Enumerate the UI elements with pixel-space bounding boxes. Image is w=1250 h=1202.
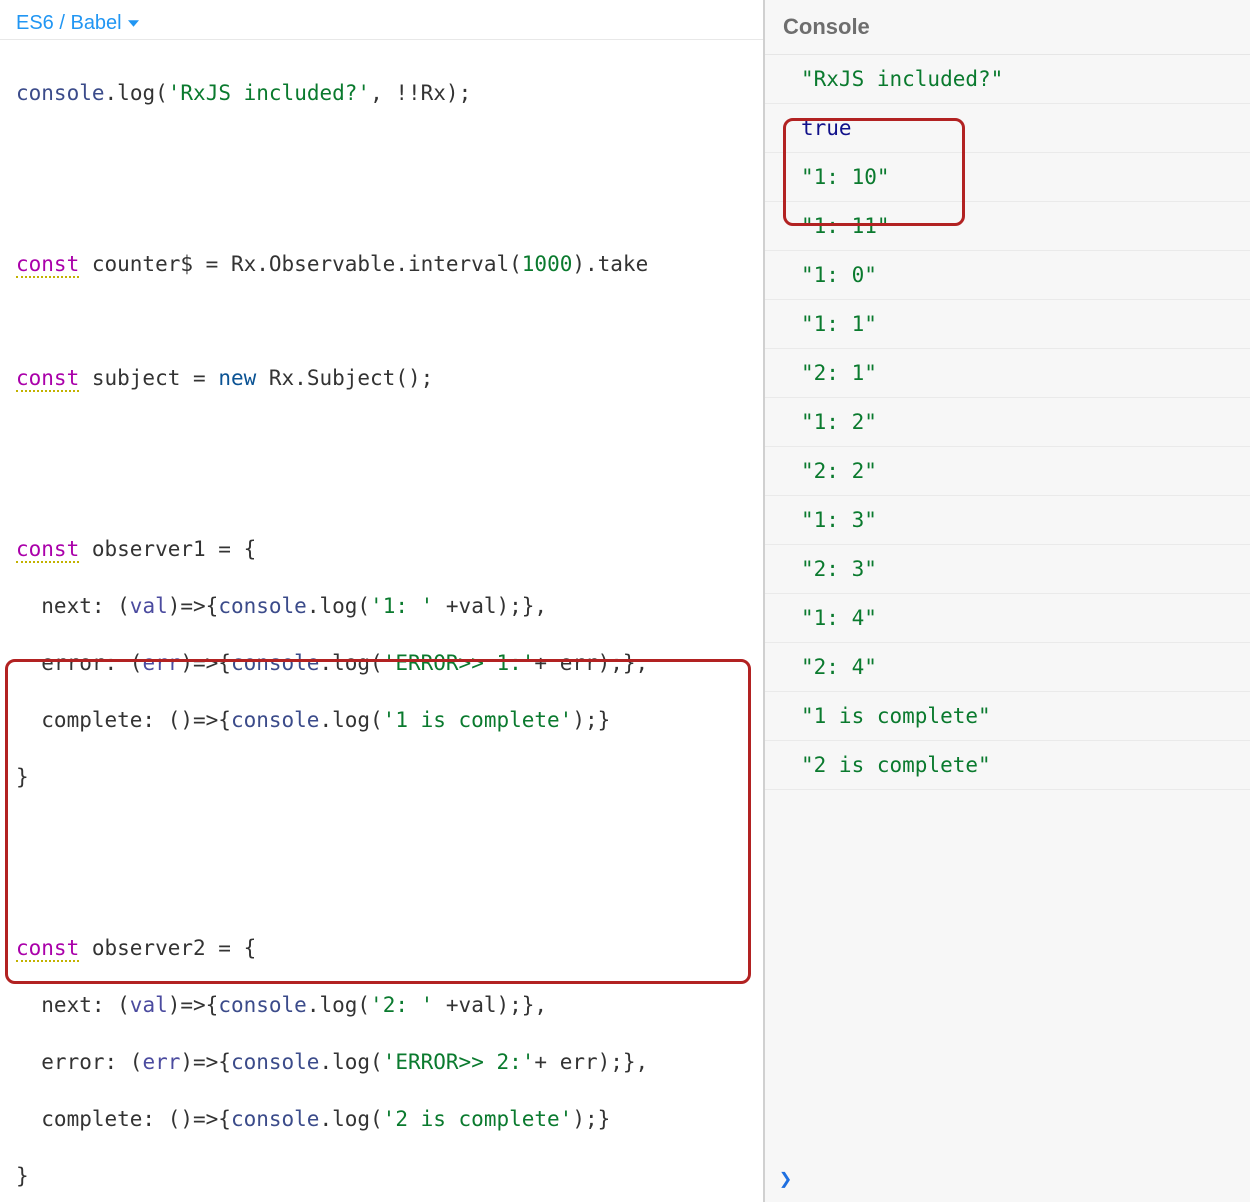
console-value: true — [801, 116, 852, 140]
console-value: "2: 3" — [801, 557, 877, 581]
console-value: "RxJS included?" — [801, 67, 1003, 91]
console-row: "RxJS included?" — [765, 55, 1250, 104]
console-row: "2: 2" — [765, 447, 1250, 496]
console-value: "1: 4" — [801, 606, 877, 630]
chevron-down-icon — [128, 18, 139, 29]
console-row: "1 is complete" — [765, 692, 1250, 741]
console-row: "2: 4" — [765, 643, 1250, 692]
console-value: "1: 0" — [801, 263, 877, 287]
console-value: "2: 4" — [801, 655, 877, 679]
language-label: ES6 / Babel — [16, 12, 122, 35]
console-row: "1: 4" — [765, 594, 1250, 643]
code-editor[interactable]: console.log('RxJS included?', !!Rx); con… — [0, 40, 763, 1202]
console-row: "1: 10" — [765, 153, 1250, 202]
console-row: "1: 3" — [765, 496, 1250, 545]
console-row: true — [765, 104, 1250, 153]
editor-header: ES6 / Babel — [0, 0, 763, 40]
console-row: "2 is complete" — [765, 741, 1250, 790]
console-output-list[interactable]: "RxJS included?" true "1: 10" "1: 11" "1: 0"… — [765, 55, 1250, 1157]
console-value: "1: 10" — [801, 165, 890, 189]
console-value: "1: 11" — [801, 214, 890, 238]
console-row: "1: 0" — [765, 251, 1250, 300]
console-row: "2: 3" — [765, 545, 1250, 594]
console-value: "1: 3" — [801, 508, 877, 532]
console-value: "2 is complete" — [801, 753, 991, 777]
language-selector[interactable]: ES6 / Babel — [16, 12, 139, 35]
console-row: "1: 2" — [765, 398, 1250, 447]
console-row: "1: 11" — [765, 202, 1250, 251]
console-title: Console — [765, 0, 1250, 55]
console-value: "2: 2" — [801, 459, 877, 483]
console-pane: Console "RxJS included?" true "1: 10" "1: 1… — [765, 0, 1250, 1202]
console-row: "2: 1" — [765, 349, 1250, 398]
console-value: "1: 2" — [801, 410, 877, 434]
console-row: "1: 1" — [765, 300, 1250, 349]
console-value: "2: 1" — [801, 361, 877, 385]
editor-pane: ES6 / Babel console.log('RxJS included?'… — [0, 0, 765, 1202]
console-value: "1: 1" — [801, 312, 877, 336]
console-value: "1 is complete" — [801, 704, 991, 728]
console-prompt[interactable]: ❯ — [765, 1157, 1250, 1202]
